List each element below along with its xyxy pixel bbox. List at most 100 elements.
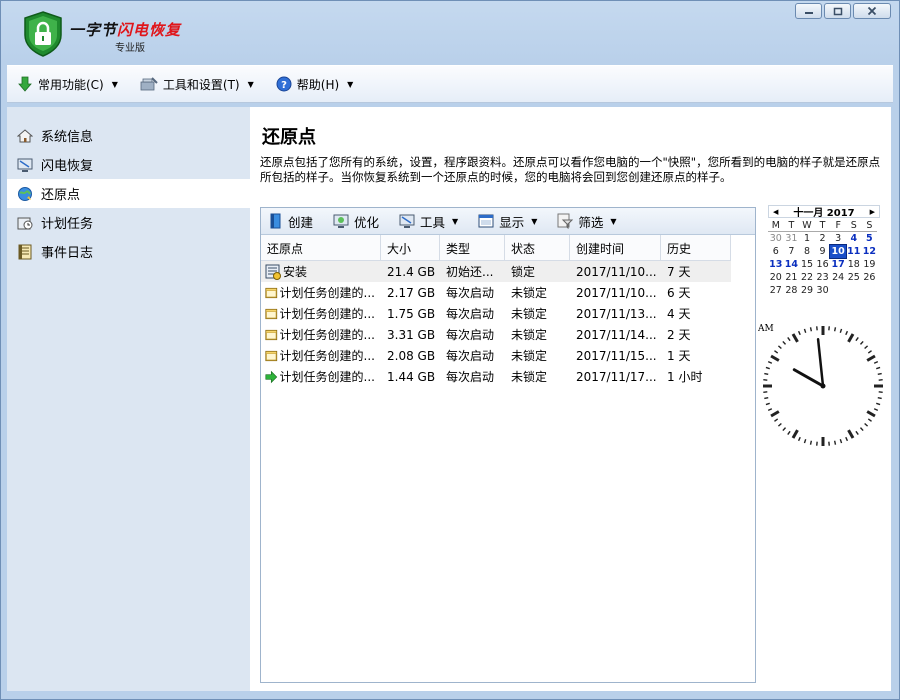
column-header-created[interactable]: 创建时间 (570, 235, 661, 260)
sidebar-item-label: 系统信息 (41, 130, 94, 145)
calendar-day[interactable]: 1 (799, 232, 815, 245)
menu-label: 工具和设置(T) (162, 77, 240, 92)
calendar-day[interactable]: 23 (815, 271, 831, 284)
table-row[interactable]: 计划任务创建的... 1.75 GB 每次启动 未锁定 2017/11/13..… (261, 303, 731, 324)
sidebar-nav: 系统信息 闪电恢复 还原点 计划任务 事件日志 (7, 107, 250, 266)
clock-minute-hand (816, 338, 825, 388)
calendar-day[interactable]: 18 (846, 258, 862, 271)
calendar-day[interactable]: 4 (846, 232, 862, 245)
clock-tick (809, 327, 813, 332)
calendar-day[interactable]: 9 (815, 245, 831, 258)
sidebar-item-event-log[interactable]: 事件日志 (7, 237, 250, 266)
clock-tick (855, 337, 859, 342)
clock-tick (770, 354, 780, 362)
calendar-day[interactable]: 30 (815, 284, 831, 297)
clock-tick (782, 427, 787, 432)
menu-label: 帮助(H) (296, 77, 340, 92)
table-row[interactable]: 安装 21.4 GB 初始还... 锁定 2017/11/10... 7 天 (261, 261, 731, 282)
cell-type: 每次启动 (446, 349, 495, 363)
sidebar-item-scheduled-tasks[interactable]: 计划任务 (7, 208, 250, 237)
sidebar-item-label: 还原点 (41, 188, 81, 203)
calendar-day[interactable]: 24 (830, 271, 846, 284)
calendar-day[interactable]: 14 (784, 258, 800, 271)
calendar-day[interactable]: 25 (846, 271, 862, 284)
toolbar-label: 创建 (288, 214, 314, 230)
calendar-day[interactable]: 7 (784, 245, 800, 258)
column-header-type[interactable]: 类型 (440, 235, 505, 260)
cell-status: 锁定 (511, 265, 536, 279)
clock-tick (873, 408, 879, 412)
restore-globe-icon (18, 186, 32, 201)
column-header-name[interactable]: 还原点 (261, 235, 381, 260)
cell-size: 3.31 GB (387, 327, 436, 342)
clock-tick (803, 439, 807, 444)
cell-status: 未锁定 (511, 349, 548, 363)
calendar-day[interactable]: 20 (768, 271, 784, 284)
calendar-next-icon[interactable]: ▶ (870, 208, 875, 216)
table-row[interactable]: 计划任务创建的... 2.17 GB 每次启动 未锁定 2017/11/10..… (261, 282, 731, 303)
cell-status: 未锁定 (511, 307, 548, 321)
table-row[interactable]: 计划任务创建的... 2.08 GB 每次启动 未锁定 2017/11/15..… (261, 345, 731, 366)
menu-tools-settings[interactable]: 工具和设置(T) ▼ (140, 76, 254, 93)
calendar-day[interactable]: 28 (784, 284, 800, 297)
calendar-day[interactable]: 22 (799, 271, 815, 284)
calendar-day[interactable]: 15 (799, 258, 815, 271)
calendar-day[interactable]: 21 (784, 271, 800, 284)
maximize-button[interactable] (824, 3, 851, 19)
display-dropdown[interactable]: 显示 ▼ (478, 212, 537, 231)
sidebar: 系统信息 闪电恢复 还原点 计划任务 事件日志 (7, 107, 250, 691)
cell-name-text: 计划任务创建的... (279, 370, 375, 384)
calendar-day[interactable]: 16 (815, 258, 831, 271)
calendar-day[interactable]: 8 (799, 245, 815, 258)
calendar-day[interactable]: 2 (815, 232, 831, 245)
calendar-day[interactable]: 29 (799, 284, 815, 297)
cell-name: 计划任务创建的... (261, 347, 381, 364)
table-row[interactable]: 计划任务创建的... 3.31 GB 每次启动 未锁定 2017/11/14..… (261, 324, 731, 345)
calendar-day[interactable]: 13 (768, 258, 784, 271)
chevron-down-icon: ▼ (610, 216, 617, 226)
sidebar-item-restore-points[interactable]: 还原点 (7, 179, 250, 208)
calendar-day[interactable]: 19 (862, 258, 878, 271)
close-button[interactable] (853, 3, 891, 19)
menu-help[interactable]: ? 帮助(H) ▼ (276, 76, 353, 93)
minimize-button[interactable] (795, 3, 822, 19)
chevron-down-icon: ▼ (531, 216, 538, 226)
table-row[interactable]: 计划任务创建的... 1.44 GB 每次启动 未锁定 2017/11/17..… (261, 366, 731, 387)
calendar-day[interactable]: 6 (768, 245, 784, 258)
sidebar-item-system-info[interactable]: 系统信息 (7, 121, 250, 150)
column-header-size[interactable]: 大小 (381, 235, 440, 260)
clock-tick (873, 360, 879, 364)
svg-text:?: ? (281, 80, 287, 91)
calendar-weekday: M (768, 219, 784, 232)
calendar-day[interactable]: 26 (862, 271, 878, 284)
calendar-day[interactable]: 30 (768, 232, 784, 245)
calendar-prev-icon[interactable]: ◀ (773, 208, 778, 216)
calendar-day[interactable]: 12 (862, 245, 878, 258)
optimize-button[interactable]: 优化 (333, 212, 379, 231)
filter-icon (557, 213, 574, 229)
clock-tick (847, 429, 855, 439)
clock-tick (809, 440, 813, 445)
filter-dropdown[interactable]: 筛选 ▼ (557, 212, 617, 231)
cell-name-text: 安装 (283, 265, 308, 279)
cell-type: 每次启动 (446, 307, 495, 321)
tools-dropdown[interactable]: 工具 ▼ (399, 212, 458, 231)
calendar-day[interactable]: 31 (784, 232, 800, 245)
calendar-day[interactable]: 3 (830, 232, 846, 245)
cell-created: 2017/11/10... (576, 285, 657, 300)
clock-tick (764, 372, 769, 376)
analog-clock: AM (758, 324, 883, 446)
clock-tick (855, 430, 859, 435)
calendar-day[interactable]: 5 (862, 232, 878, 245)
column-header-status[interactable]: 状态 (505, 235, 570, 260)
column-header-history[interactable]: 历史 (661, 235, 731, 260)
calendar-day[interactable]: 11 (846, 245, 862, 258)
calendar-day[interactable]: 10 (829, 244, 847, 259)
menu-common-functions[interactable]: 常用功能(C) ▼ (17, 76, 118, 93)
tools-icon (399, 214, 415, 228)
sidebar-item-flash-restore[interactable]: 闪电恢复 (7, 150, 250, 179)
calendar-day[interactable]: 27 (768, 284, 784, 297)
create-button[interactable]: 创建 (269, 212, 313, 231)
calendar-day[interactable]: 17 (830, 258, 846, 271)
chevron-down-icon: ▼ (111, 79, 118, 89)
